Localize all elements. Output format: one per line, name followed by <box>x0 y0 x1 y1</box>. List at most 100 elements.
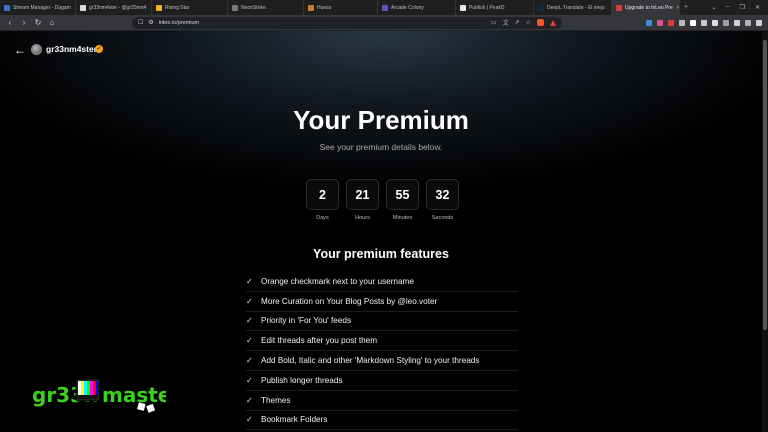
browser-tab[interactable]: Publish | PeakD <box>456 0 534 15</box>
feature-text: Publish longer threads <box>261 375 343 385</box>
countdown-label: Hours <box>355 215 370 221</box>
tab-label: gr33nm4ster - @gr33nm4 <box>89 4 147 11</box>
browser-tab-bar: Stream Manager - Dagam gr33nm4ster - @gr3… <box>0 0 768 15</box>
back-icon[interactable]: ‹ <box>6 18 14 27</box>
feature-item: ✓ Orange checkmark next to your username <box>246 272 518 292</box>
music-icon[interactable] <box>723 19 729 26</box>
extension-icon[interactable] <box>701 19 707 26</box>
check-icon: ✓ <box>246 356 253 366</box>
star-icon[interactable]: ☆ <box>526 19 531 26</box>
tab-label: Publish | PeakD <box>469 4 505 11</box>
avatar[interactable] <box>31 44 42 55</box>
reload-icon[interactable]: ↻ <box>34 18 42 27</box>
brave-shield-icon[interactable] <box>537 19 544 26</box>
extension-icons <box>646 19 762 26</box>
tab-label: DeepL Translate - El mejo <box>547 4 605 11</box>
browser-tab[interactable]: gr33nm4ster - @gr33nm4 <box>76 0 152 15</box>
forward-icon[interactable]: › <box>20 18 28 27</box>
countdown-hours: 21 Hours <box>346 179 379 221</box>
bookmark-icon[interactable]: ☐ <box>138 19 143 26</box>
favicon-icon <box>4 4 10 11</box>
feature-item: ✓ Priority in 'For You' feeds <box>246 312 518 332</box>
minimize-icon[interactable]: – <box>726 4 729 11</box>
site-info-icon[interactable]: ⚙ <box>148 19 153 26</box>
favicon-icon <box>232 4 238 11</box>
browser-tab[interactable]: Hueso <box>304 0 378 15</box>
back-arrow-icon[interactable]: ← <box>14 43 26 57</box>
feature-item: ✓ Add Bold, Italic and other 'Markdown St… <box>246 351 518 371</box>
wallet-icon[interactable] <box>734 19 740 26</box>
favicon-icon <box>616 4 622 11</box>
share-icon[interactable]: ⇗ <box>515 19 520 26</box>
feature-item: ✓ Bookmark Folders <box>246 411 518 431</box>
countdown-label: Days <box>316 215 329 221</box>
vpn-icon[interactable] <box>745 19 751 26</box>
browser-tab[interactable]: Arcade Colony <box>378 0 456 15</box>
favicon-icon <box>382 4 388 11</box>
browser-tab[interactable]: NeonStrike <box>228 0 304 15</box>
countdown-minutes: 55 Minutes <box>386 179 419 221</box>
svg-text:master: master <box>102 383 166 407</box>
countdown-label: Minutes <box>392 215 413 221</box>
extension-icon[interactable] <box>690 19 696 26</box>
chevron-down-icon[interactable]: ⌄ <box>711 4 716 11</box>
favicon-icon <box>538 4 544 11</box>
feature-text: Bookmark Folders <box>261 415 328 425</box>
favicon-icon <box>308 4 314 11</box>
tab-label: NeonStrike <box>241 4 266 11</box>
countdown-timer: 2 Days 21 Hours 55 Minutes 32 Seconds <box>306 179 459 221</box>
tab-label: Rising Star <box>165 4 190 11</box>
translate-icon[interactable]: 文 <box>503 18 509 27</box>
extension-icon[interactable] <box>657 19 663 26</box>
feature-text: More Curation on Your Blog Posts by @leo… <box>261 296 438 306</box>
countdown-days: 2 Days <box>306 179 339 221</box>
warning-icon[interactable] <box>550 19 556 26</box>
tv-test-pattern-icon <box>75 378 101 402</box>
close-icon[interactable]: ✕ <box>755 4 760 11</box>
window-controls: ⌄ – ❐ ✕ <box>711 4 768 11</box>
extension-icon[interactable] <box>668 19 674 26</box>
feature-text: Edit threads after you post them <box>261 336 378 346</box>
favicon-icon <box>156 4 162 11</box>
tab-label: Arcade Colony <box>391 4 424 11</box>
browser-tab[interactable]: DeepL Translate - El mejo <box>534 0 612 15</box>
menu-icon[interactable] <box>756 19 762 26</box>
tab-label: Upgrade to InLeo Pre <box>625 4 673 11</box>
countdown-value: 21 <box>346 179 379 210</box>
extension-icon[interactable] <box>646 19 652 26</box>
address-bar[interactable]: ☐ ⚙ inleo.io/premium ▭ 文 ⇗ ☆ <box>132 16 562 29</box>
favicon-icon <box>460 4 466 11</box>
username[interactable]: gr33nm4ster <box>46 44 97 54</box>
extension-icon[interactable] <box>679 19 685 26</box>
scrollbar-thumb[interactable] <box>763 40 767 330</box>
feature-item: ✓ Publish longer threads <box>246 371 518 391</box>
tab-label: Hueso <box>317 4 332 11</box>
streamer-logo: gr33n master <box>32 378 166 413</box>
countdown-label: Seconds <box>431 215 454 221</box>
browser-tab[interactable]: Rising Star <box>152 0 228 15</box>
page-title: Your Premium <box>293 105 469 135</box>
check-icon: ✓ <box>246 296 253 306</box>
browser-tab[interactable]: Upgrade to InLeo Pre ✕ <box>612 0 680 15</box>
countdown-value: 2 <box>306 179 339 210</box>
sidebar-icon[interactable] <box>712 19 718 26</box>
restore-icon[interactable]: ❐ <box>740 4 745 11</box>
feature-text: Priority in 'For You' feeds <box>261 316 352 326</box>
feature-item: ✓ Themes <box>246 391 518 411</box>
feature-item: ✓ Edit threads after you post them <box>246 331 518 352</box>
home-icon[interactable]: ⌂ <box>48 18 56 27</box>
check-icon: ✓ <box>246 415 253 425</box>
countdown-value: 32 <box>426 179 459 210</box>
feature-text: Orange checkmark next to your username <box>261 276 414 286</box>
browser-tab[interactable]: Stream Manager - Dagam <box>0 0 76 15</box>
screen-icon[interactable]: ▭ <box>491 19 497 26</box>
page-subtitle: See your premium details below. <box>319 142 443 152</box>
verified-checkmark-icon: ✓ <box>95 45 103 53</box>
check-icon: ✓ <box>246 395 253 405</box>
check-icon: ✓ <box>246 375 253 385</box>
tab-label: Stream Manager - Dagam <box>13 4 71 11</box>
url-text: inleo.io/premium <box>158 19 200 26</box>
countdown-value: 55 <box>386 179 419 210</box>
check-icon: ✓ <box>246 336 253 346</box>
new-tab-button[interactable]: + <box>680 4 692 11</box>
